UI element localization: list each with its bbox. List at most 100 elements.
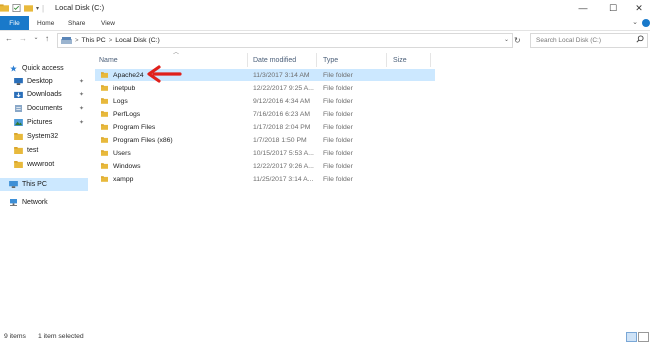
pin-icon[interactable]: ✦ — [79, 119, 84, 126]
folder-icon — [101, 176, 108, 182]
tab-file[interactable]: File — [0, 16, 29, 30]
nav-network[interactable]: Network — [9, 196, 88, 209]
file-name: Logs — [113, 97, 128, 105]
file-type: File folder — [323, 175, 353, 183]
file-row-program-files-x86[interactable]: Program Files (x86) 1/7/2018 1:50 PM Fil… — [95, 134, 435, 146]
folder-icon — [101, 124, 108, 130]
recent-locations-button[interactable]: ⌄ — [31, 34, 41, 41]
nav-label: Network — [22, 199, 48, 206]
expand-ribbon-chevron-icon[interactable]: ⌄ — [632, 18, 638, 26]
column-divider[interactable] — [430, 53, 431, 67]
file-name: Windows — [113, 162, 141, 170]
nav-this-pc[interactable]: This PC — [0, 178, 88, 191]
folder-icon — [14, 161, 23, 168]
file-date: 1/7/2018 1:50 PM — [253, 136, 307, 144]
star-icon — [10, 65, 17, 72]
file-date: 7/16/2016 6:23 AM — [253, 110, 311, 118]
pin-icon[interactable]: ✦ — [79, 78, 84, 85]
nav-downloads[interactable]: Downloads ✦ — [14, 88, 88, 101]
download-icon — [14, 91, 23, 98]
minimize-button[interactable]: — — [568, 0, 598, 16]
pin-icon[interactable]: ✦ — [79, 105, 84, 112]
folder-icon — [101, 98, 108, 104]
file-row-logs[interactable]: Logs 9/12/2016 4:34 AM File folder — [95, 95, 435, 107]
file-date: 10/15/2017 5:53 A... — [253, 149, 314, 157]
file-row-perflogs[interactable]: PerfLogs 7/16/2016 6:23 AM File folder — [95, 108, 435, 120]
file-date: 9/12/2016 4:34 AM — [253, 97, 311, 105]
nav-desktop[interactable]: Desktop ✦ — [14, 75, 88, 88]
title-divider: | — [42, 3, 45, 13]
nav-test[interactable]: test — [14, 144, 88, 157]
large-icons-view-icon[interactable] — [638, 332, 649, 342]
pin-icon[interactable]: ✦ — [79, 91, 84, 98]
title-bar: ▾ | Local Disk (C:) — ☐ ✕ — [0, 0, 650, 16]
folder-icon — [101, 163, 108, 169]
nav-wwwroot[interactable]: wwwroot — [14, 158, 88, 171]
search-icon[interactable] — [636, 35, 644, 43]
file-name: Program Files — [113, 123, 156, 131]
file-date: 12/22/2017 9:25 A... — [253, 84, 314, 92]
file-name: xampp — [113, 175, 134, 183]
quick-access-toolbar: ▾ | — [0, 2, 44, 14]
help-icon[interactable] — [642, 19, 650, 27]
nav-label: test — [27, 147, 39, 154]
file-date: 12/22/2017 9:26 A... — [253, 162, 314, 170]
column-divider[interactable] — [247, 53, 248, 67]
file-type: File folder — [323, 136, 353, 144]
breadcrumb-this-pc[interactable]: This PC — [79, 37, 109, 44]
column-header-size[interactable]: Size — [393, 53, 407, 67]
search-box[interactable]: Search Local Disk (C:) — [530, 33, 648, 48]
tab-view[interactable]: View — [101, 16, 115, 30]
file-type: File folder — [323, 149, 353, 157]
network-icon — [10, 199, 17, 206]
refresh-button[interactable]: ↻ — [514, 36, 521, 45]
nav-documents[interactable]: Documents ✦ — [14, 102, 88, 115]
explorer-app-icon[interactable] — [0, 4, 9, 12]
nav-quick-access[interactable]: Quick access — [9, 62, 88, 75]
file-type: File folder — [323, 162, 353, 170]
up-button[interactable]: ↑ — [42, 34, 52, 43]
breadcrumb-local-disk[interactable]: Local Disk (C:) — [112, 37, 163, 44]
file-row-xampp[interactable]: xampp 11/25/2017 3:14 A... File folder — [95, 173, 435, 185]
nav-pictures[interactable]: Pictures ✦ — [14, 116, 88, 129]
document-icon — [15, 105, 22, 112]
nav-label: This PC — [22, 181, 47, 188]
new-folder-icon[interactable] — [24, 4, 33, 12]
forward-button[interactable]: → — [18, 34, 28, 43]
tab-share[interactable]: Share — [68, 16, 85, 30]
nav-label: Pictures — [27, 119, 53, 126]
back-button[interactable]: ← — [4, 34, 14, 43]
column-header-name[interactable]: Name — [99, 53, 118, 67]
file-type: File folder — [323, 71, 353, 79]
file-row-users[interactable]: Users 10/15/2017 5:53 A... File folder — [95, 147, 435, 159]
details-view-icon[interactable] — [626, 332, 637, 342]
column-divider[interactable] — [386, 53, 387, 67]
search-placeholder: Search Local Disk (C:) — [536, 37, 602, 44]
file-row-program-files[interactable]: Program Files 1/17/2018 2:04 PM File fol… — [95, 121, 435, 133]
column-header-date[interactable]: Date modified — [253, 53, 296, 67]
folder-icon — [14, 147, 23, 154]
nav-label: wwwroot — [27, 161, 55, 168]
status-bar: 9 items 1 item selected — [0, 330, 650, 342]
properties-icon[interactable] — [12, 4, 21, 12]
column-divider[interactable] — [316, 53, 317, 67]
folder-icon — [101, 150, 108, 156]
folder-icon — [101, 85, 108, 91]
file-name: inetpub — [113, 84, 136, 92]
nav-label: Documents — [27, 105, 63, 112]
file-row-windows[interactable]: Windows 12/22/2017 9:26 A... File folder — [95, 160, 435, 172]
address-row: ← → ⌄ ↑ > This PC > Local Disk (C:) ⌄ ↻ … — [0, 31, 650, 49]
address-dropdown-chevron-icon[interactable]: ⌄ — [504, 36, 509, 43]
desktop-icon — [14, 78, 23, 85]
close-button[interactable]: ✕ — [624, 0, 650, 16]
file-type: File folder — [323, 110, 353, 118]
nav-label: Quick access — [22, 65, 64, 72]
nav-system32[interactable]: System32 — [14, 130, 88, 143]
customize-toolbar-chevron-icon[interactable]: ▾ — [36, 5, 39, 12]
address-bar[interactable]: > This PC > Local Disk (C:) ⌄ — [57, 33, 513, 48]
column-header-type[interactable]: Type — [323, 53, 338, 67]
ribbon-tabs: File Home Share View ⌄ — [0, 16, 650, 31]
folder-icon — [101, 111, 108, 117]
tab-home[interactable]: Home — [37, 16, 54, 30]
nav-label: Desktop — [27, 78, 53, 85]
